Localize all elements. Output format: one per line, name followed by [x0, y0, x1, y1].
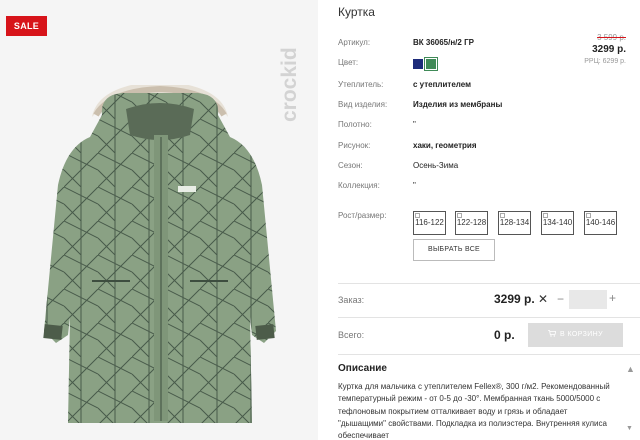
divider: [338, 354, 640, 355]
current-price: 3299 р.: [592, 44, 626, 55]
product-image-panel[interactable]: SALE crockid: [0, 0, 318, 440]
attribute-label: Рисунок:: [338, 141, 371, 150]
attribute-label: Цвет:: [338, 58, 359, 67]
size-option[interactable]: 134-140: [541, 211, 574, 235]
order-label: Заказ:: [338, 295, 365, 305]
size-option[interactable]: 140-146: [584, 211, 617, 235]
attribute-label: Артикул:: [338, 38, 371, 47]
cart-icon: [548, 330, 557, 337]
choose-all-button[interactable]: ВЫБРАТЬ ВСЕ: [413, 239, 495, 261]
size-label: 140-146: [585, 218, 616, 227]
size-checkbox[interactable]: [415, 213, 420, 218]
description-text: Куртка для мальчика с утеплителем Fellex…: [338, 382, 610, 440]
attribute-label: Рост/размер:: [338, 211, 387, 220]
size-checkbox[interactable]: [586, 213, 591, 218]
old-price: 3 599 р.: [597, 33, 626, 42]
scroll-down-icon[interactable]: ▼: [626, 425, 633, 432]
attribute-value: Осень-Зима: [413, 161, 459, 170]
size-label: 122-128: [456, 218, 487, 227]
attribute-value: хаки, геометрия: [413, 141, 477, 150]
size-label: 116-122: [415, 218, 444, 227]
size-label: 128-134: [499, 218, 530, 227]
product-info-panel: Куртка 3 599 р. 3299 р. РРЦ: 6299 р. Арт…: [338, 0, 640, 440]
decrease-quantity-button[interactable]: −: [557, 292, 564, 306]
product-title: Куртка: [338, 5, 375, 19]
size-option[interactable]: 122-128: [455, 211, 488, 235]
add-to-cart-button[interactable]: В КОРЗИНУ: [528, 323, 623, 347]
increase-quantity-button[interactable]: +: [609, 291, 616, 305]
attribute-label: Полотно:: [338, 120, 372, 129]
quantity-input[interactable]: [569, 290, 607, 309]
remove-order-icon[interactable]: ✕: [538, 292, 548, 306]
attribute-value: Изделия из мембраны: [413, 100, 503, 109]
size-checkbox[interactable]: [543, 213, 548, 218]
color-swatch-navy[interactable]: [413, 59, 423, 69]
attribute-value: с утеплителем: [413, 80, 472, 89]
sale-badge: SALE: [6, 16, 47, 36]
attribute-label: Вид изделия:: [338, 100, 388, 109]
attribute-label: Утеплитель:: [338, 80, 384, 89]
attribute-value: ВК 36065/н/2 ГР: [413, 38, 474, 47]
total-label: Всего:: [338, 330, 365, 340]
attribute-value: ": [413, 120, 416, 129]
size-option[interactable]: 116-122: [413, 211, 446, 235]
description-header[interactable]: Описание: [338, 363, 387, 374]
collapse-arrow-icon[interactable]: ▲: [626, 364, 635, 374]
recommended-price: РРЦ: 6299 р.: [584, 58, 626, 65]
color-swatch-green[interactable]: [424, 57, 438, 71]
attribute-value: ": [413, 181, 416, 190]
divider: [338, 283, 640, 284]
total-value: 0 р.: [494, 328, 515, 342]
jacket-photo: [43, 85, 276, 423]
size-label: 134-140: [542, 218, 573, 227]
size-options: 116-122 122-128 128-134 134-140 140-146: [413, 211, 633, 235]
order-price: 3299 р.: [494, 292, 535, 306]
divider: [338, 317, 640, 318]
attribute-label: Коллекция:: [338, 181, 380, 190]
size-option[interactable]: 128-134: [498, 211, 531, 235]
size-checkbox[interactable]: [457, 213, 462, 218]
add-to-cart-label: В КОРЗИНУ: [560, 331, 603, 338]
size-checkbox[interactable]: [500, 213, 505, 218]
attribute-label: Сезон:: [338, 161, 363, 170]
